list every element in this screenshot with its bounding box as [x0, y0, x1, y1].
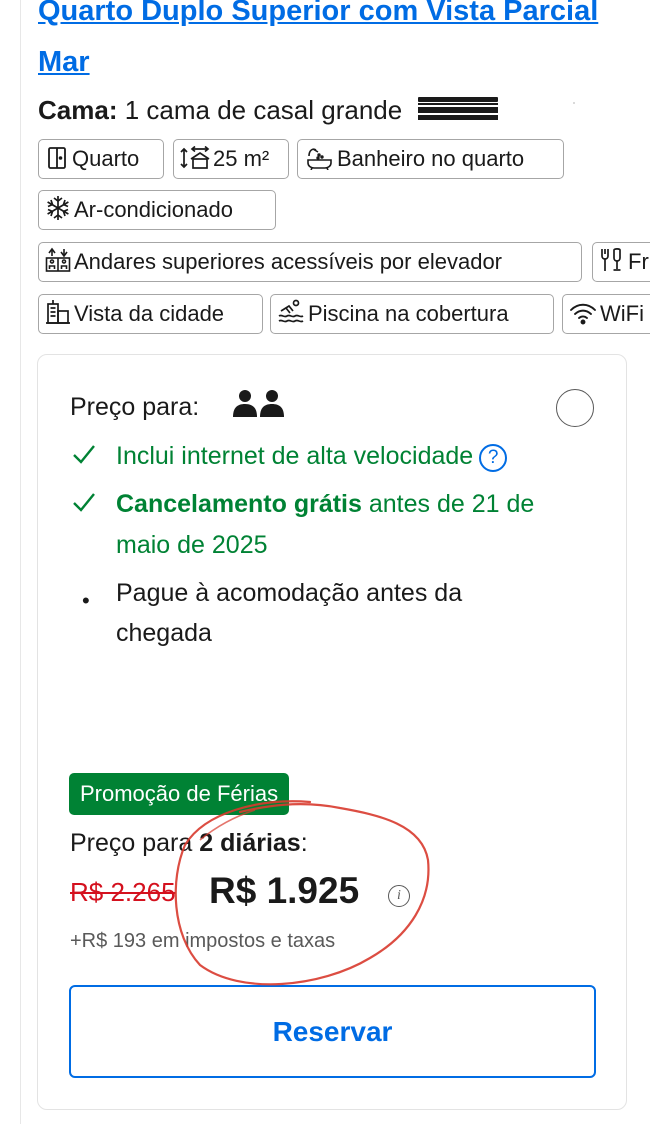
pool-icon	[277, 299, 305, 333]
minibar-icon	[599, 247, 625, 281]
room-title-link[interactable]: Quarto Duplo Superior com Vista Parcial …	[38, 0, 650, 88]
bullet-dot: •	[82, 588, 90, 613]
amenity-label: Ar-condicionado	[74, 197, 233, 222]
free-cancellation-label: Cancelamento grátis	[116, 490, 362, 518]
bed-label: Cama:	[38, 95, 118, 125]
room-title-line1: Quarto Duplo Superior com Vista Parcial	[38, 0, 599, 27]
discounted-price: R$ 1.925	[209, 870, 360, 911]
perk-free-cancellation: Cancelamento grátis antes de 21 de maio …	[116, 484, 586, 566]
amenity-label: Piscina na cobertura	[308, 301, 509, 326]
check-icon	[72, 491, 96, 518]
amenity-label: WiFi	[600, 301, 644, 326]
nights-prefix: Preço para	[70, 829, 200, 857]
reserve-button[interactable]: Reservar	[69, 985, 596, 1078]
taxes-note: +R$ 193 em impostos e taxas	[70, 930, 336, 952]
room-title-line2: Mar	[38, 46, 90, 78]
stray-dot	[573, 102, 575, 104]
amenity-minibar: Fr	[592, 242, 650, 282]
amenity-label: Fr	[628, 249, 649, 274]
amenity-elevator: Andares superiores acessíveis por elevad…	[38, 242, 582, 282]
payment-note: Pague à acomodação antes da chegada	[116, 579, 463, 647]
bed-value: 1 cama de casal grande	[124, 95, 403, 125]
select-offer-radio[interactable]	[556, 389, 594, 427]
bath-icon	[304, 144, 334, 178]
amenity-room: Quarto	[38, 139, 164, 179]
amenity-label: Banheiro no quarto	[337, 146, 525, 171]
wifi-icon	[569, 299, 597, 333]
two-guests-icon	[231, 389, 289, 426]
nights-count: 2 diárias	[199, 829, 301, 857]
perk-internet-text: Inclui internet de alta velocidade	[116, 442, 474, 470]
perk-internet: Inclui internet de alta velocidade?	[116, 436, 508, 477]
city-icon	[45, 299, 71, 333]
elevator-icon	[45, 247, 71, 281]
help-icon[interactable]: ?	[479, 444, 508, 472]
nights-suffix: :	[300, 829, 308, 857]
amenity-rooftop-pool: Piscina na cobertura	[270, 294, 554, 334]
left-divider	[20, 0, 21, 1124]
amenity-ac: Ar-condicionado	[38, 190, 276, 230]
occupancy-label: Preço para:	[70, 393, 200, 421]
amenity-size: 25 m²	[173, 139, 289, 179]
nights-price-label: Preço para 2 diárias:	[70, 829, 308, 858]
amenity-label: Andares superiores acessíveis por elevad…	[74, 249, 503, 274]
check-icon	[72, 443, 96, 470]
amenity-wifi: WiFi	[562, 294, 650, 334]
room-size-icon	[180, 144, 210, 178]
amenity-label: Vista da cidade	[74, 301, 225, 326]
double-bed-icon	[415, 95, 501, 129]
original-price: R$ 2.265	[70, 877, 176, 907]
door-icon	[45, 144, 69, 178]
bed-info: Cama: 1 cama de casal grande	[38, 93, 501, 129]
amenity-label: 25 m²	[213, 146, 270, 171]
amenity-label: Quarto	[72, 146, 140, 171]
amenity-city-view: Vista da cidade	[38, 294, 263, 334]
promo-badge: Promoção de Férias	[69, 773, 290, 815]
snowflake-icon	[45, 195, 71, 229]
amenity-bathroom: Banheiro no quarto	[297, 139, 564, 179]
price-info-icon[interactable]: i	[388, 885, 410, 907]
